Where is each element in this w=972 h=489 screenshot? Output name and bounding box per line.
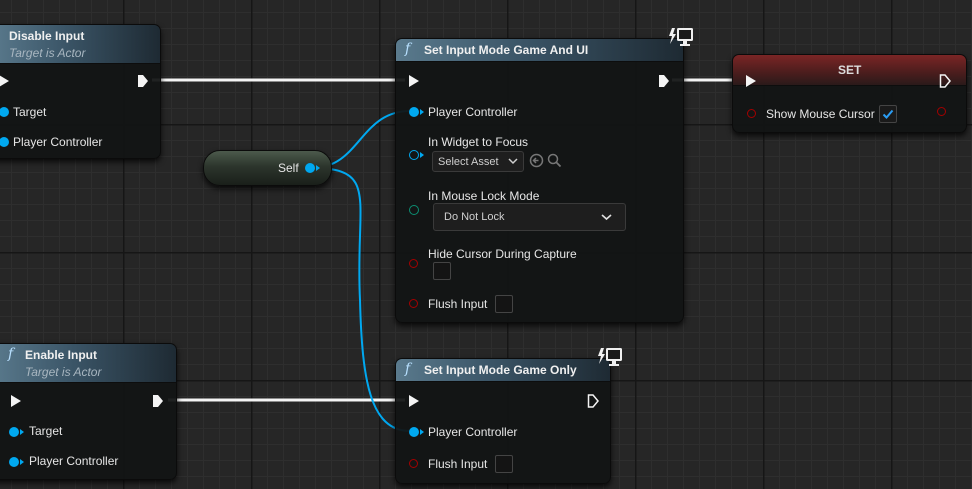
disable-input-exec-out-pin[interactable] <box>137 74 149 88</box>
disable-input-subtitle: Target is Actor <box>9 46 86 60</box>
enable-input-target-pin[interactable] <box>9 427 19 437</box>
mouse-lock-mode-select[interactable]: Do Not Lock <box>433 203 626 231</box>
enable-input-title: Enable Input <box>25 348 97 362</box>
set-input-mode-game-and-ui-node[interactable]: f Set Input Mode Game And UI Player Cont… <box>395 38 684 323</box>
chevron-down-icon <box>508 158 518 165</box>
widget-to-focus-asset-picker[interactable]: Select Asset <box>432 151 524 172</box>
game-and-ui-widget-to-focus-pin[interactable] <box>409 150 419 160</box>
widget-to-focus-value: Select Asset <box>438 155 499 168</box>
set-input-mode-game-only-header[interactable]: f Set Input Mode Game Only <box>396 359 610 382</box>
enable-input-target-label: Target <box>29 424 63 438</box>
game-and-ui-mouse-lock-label: In Mouse Lock Mode <box>428 189 540 203</box>
self-label: Self <box>278 161 299 175</box>
game-and-ui-widget-to-focus-label: In Widget to Focus <box>428 135 529 149</box>
set-node-exec-out-pin[interactable] <box>939 74 951 88</box>
game-only-player-controller-pin[interactable] <box>409 427 419 437</box>
set-show-mouse-cursor-node[interactable]: SET Show Mouse Cursor <box>732 54 967 133</box>
set-input-mode-game-only-node[interactable]: f Set Input Mode Game Only Player Contro… <box>395 358 611 484</box>
show-mouse-cursor-checkbox[interactable] <box>879 105 897 123</box>
set-node-variable-label: Show Mouse Cursor <box>766 107 875 121</box>
disable-input-target-label: Target <box>13 105 47 119</box>
set-node-exec-in-pin[interactable] <box>746 75 756 87</box>
self-node[interactable]: Self <box>203 150 332 186</box>
set-input-mode-game-and-ui-title: Set Input Mode Game And UI <box>424 43 589 57</box>
game-only-player-controller-label: Player Controller <box>428 425 518 439</box>
game-only-flush-input-checkbox[interactable] <box>495 455 513 473</box>
enable-input-node[interactable]: f Enable Input Target is Actor Target Pl… <box>0 343 177 480</box>
set-node-header[interactable]: SET <box>733 55 966 86</box>
enable-input-player-controller-label: Player Controller <box>29 454 119 468</box>
disable-input-exec-in-pin[interactable] <box>0 75 9 87</box>
enable-input-header[interactable]: f Enable Input Target is Actor <box>0 344 176 383</box>
game-and-ui-hide-cursor-pin[interactable] <box>409 259 418 268</box>
disable-input-title: Disable Input <box>9 29 85 43</box>
set-node-title: SET <box>838 63 862 77</box>
game-and-ui-player-controller-pin[interactable] <box>409 107 419 117</box>
set-input-mode-game-only-title: Set Input Mode Game Only <box>424 363 577 377</box>
game-and-ui-mouse-lock-pin[interactable] <box>409 205 419 215</box>
enable-input-exec-out-pin[interactable] <box>152 394 164 408</box>
set-node-bool-output-pin[interactable] <box>937 107 946 116</box>
game-and-ui-hide-cursor-label: Hide Cursor During Capture <box>428 247 577 261</box>
authority-only-monitor-icon <box>669 28 693 46</box>
set-node-bool-input-pin[interactable] <box>747 109 756 118</box>
authority-only-monitor-icon <box>598 348 622 366</box>
game-only-exec-in-pin[interactable] <box>409 395 419 407</box>
game-only-flush-input-label: Flush Input <box>428 457 488 471</box>
disable-input-target-pin[interactable] <box>0 107 9 117</box>
use-selected-arrow-icon[interactable] <box>529 153 544 168</box>
enable-input-exec-in-pin[interactable] <box>11 395 21 407</box>
function-icon: f <box>405 41 411 57</box>
game-and-ui-flush-input-pin[interactable] <box>409 299 418 308</box>
game-only-flush-input-pin[interactable] <box>409 459 418 468</box>
chevron-down-icon <box>601 214 612 221</box>
game-and-ui-player-controller-label: Player Controller <box>428 105 518 119</box>
set-input-mode-game-and-ui-header[interactable]: f Set Input Mode Game And UI <box>396 39 683 62</box>
game-and-ui-player-controller-arrow <box>420 109 424 115</box>
disable-input-node[interactable]: Disable Input Target is Actor Target Pla… <box>0 24 161 159</box>
enable-input-player-controller-arrow <box>20 459 24 465</box>
game-only-player-controller-arrow <box>420 429 424 435</box>
enable-input-target-arrow <box>20 429 24 435</box>
self-output-arrow <box>316 165 320 171</box>
hide-cursor-checkbox[interactable] <box>433 262 451 280</box>
function-icon: f <box>405 361 411 377</box>
checkmark-icon <box>882 109 894 119</box>
disable-input-header[interactable]: Disable Input Target is Actor <box>0 25 160 64</box>
game-only-exec-out-pin[interactable] <box>587 394 599 408</box>
game-and-ui-exec-in-pin[interactable] <box>409 75 419 87</box>
browse-search-icon[interactable] <box>547 153 562 168</box>
game-and-ui-flush-input-checkbox[interactable] <box>495 295 513 313</box>
function-icon: f <box>8 346 14 362</box>
disable-input-player-controller-label: Player Controller <box>13 135 103 149</box>
game-and-ui-widget-to-focus-arrow <box>420 152 424 158</box>
disable-input-player-controller-pin[interactable] <box>0 137 9 147</box>
self-output-pin[interactable] <box>305 163 315 173</box>
enable-input-player-controller-pin[interactable] <box>9 457 19 467</box>
enable-input-subtitle: Target is Actor <box>25 365 102 379</box>
mouse-lock-mode-value: Do Not Lock <box>444 211 505 223</box>
game-and-ui-exec-out-pin[interactable] <box>658 74 670 88</box>
game-and-ui-flush-input-label: Flush Input <box>428 297 488 311</box>
